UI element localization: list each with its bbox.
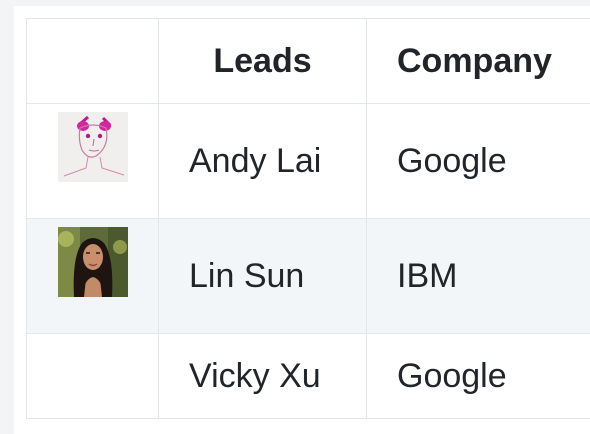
sketch-face-avatar-icon	[57, 112, 128, 182]
lead-company: Google	[366, 103, 590, 219]
lead-name: Andy Lai	[158, 103, 367, 219]
lead-name: Vicky Xu	[158, 333, 367, 419]
avatar	[57, 112, 128, 182]
table-row[interactable]: Vicky Xu Google	[26, 333, 590, 419]
avatar-cell	[26, 103, 159, 219]
leads-panel: Leads Company Andy Lai Google Lin Sun IB…	[14, 6, 590, 434]
woman-photo-avatar-icon	[57, 227, 128, 297]
company-column-header[interactable]: Company	[366, 18, 590, 104]
table-header-row: Leads Company	[26, 18, 590, 104]
table-row[interactable]: Andy Lai Google	[26, 103, 590, 219]
avatar-cell	[26, 218, 159, 334]
lead-name: Lin Sun	[158, 218, 367, 334]
lead-company: IBM	[366, 218, 590, 334]
avatar-cell	[26, 333, 159, 419]
avatar-column-header	[26, 18, 159, 104]
leads-column-header[interactable]: Leads	[158, 18, 367, 104]
avatar	[57, 227, 128, 297]
table-row[interactable]: Lin Sun IBM	[26, 218, 590, 334]
leads-table: Leads Company Andy Lai Google Lin Sun IB…	[26, 18, 590, 419]
lead-company: Google	[366, 333, 590, 419]
